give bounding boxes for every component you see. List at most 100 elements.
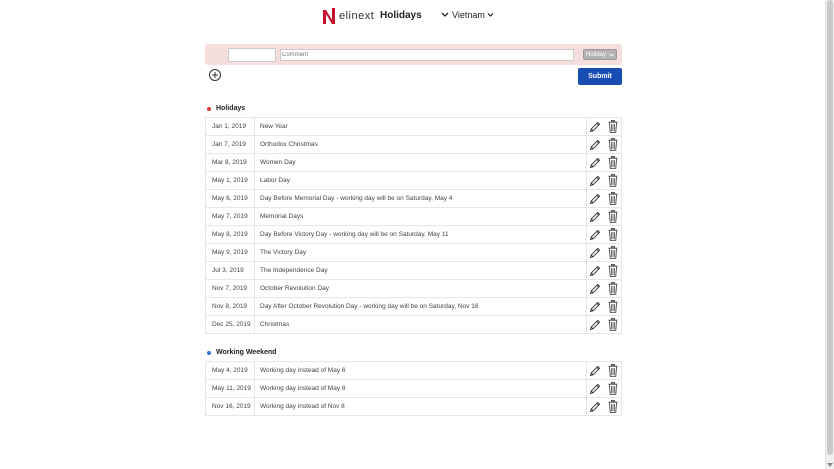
row-name: Labor Day [255, 172, 587, 189]
scroll-down-arrow-icon[interactable] [827, 463, 833, 467]
row-name: Orthodox Christmas [255, 136, 587, 153]
row-date: Jan 7, 2019 [206, 136, 255, 153]
section-title-holidays: Holidays [207, 105, 245, 112]
trash-icon[interactable] [608, 138, 618, 151]
section-title-text: Holidays [216, 105, 246, 112]
row-name: Women Day [255, 154, 587, 171]
row-date: May 8, 2019 [206, 226, 255, 243]
trash-icon[interactable] [608, 246, 618, 259]
chevron-down-icon [487, 13, 494, 17]
elinext-logo-icon [323, 8, 335, 24]
add-row-button[interactable] [209, 69, 221, 81]
table-row: May 8, 2019 Day Before Victory Day - wor… [205, 226, 622, 244]
table-row: Nov 8, 2019 Day After October Revolution… [205, 298, 622, 316]
plus-icon [212, 72, 218, 78]
pencil-icon[interactable] [589, 121, 601, 133]
scrollbar[interactable] [825, 0, 834, 469]
row-date: Nov 16, 2019 [206, 398, 255, 415]
pencil-icon[interactable] [589, 157, 601, 169]
comment-input[interactable] [280, 49, 574, 61]
date-input[interactable] [228, 48, 276, 62]
row-date: May 6, 2019 [206, 190, 255, 207]
row-name: Day Before Victory Day - working day wil… [255, 226, 587, 243]
holiday-dot-icon [207, 106, 211, 111]
table-row: Jan 1, 2019 New Year [205, 118, 622, 136]
row-name: Day Before Memorial Day - working day wi… [255, 190, 587, 207]
table-row: Nov 16, 2019 Working day instead of Nov … [205, 398, 622, 416]
row-date: Jul 3, 2019 [206, 262, 255, 279]
trash-icon[interactable] [608, 174, 618, 187]
pencil-icon[interactable] [589, 265, 601, 277]
trash-icon[interactable] [608, 264, 618, 277]
table-row: May 6, 2019 Day Before Memorial Day - wo… [205, 190, 622, 208]
type-select-value: Holiday [586, 51, 607, 58]
chevron-down-icon [609, 52, 614, 57]
submit-button[interactable]: Submit [578, 68, 622, 85]
trash-icon[interactable] [608, 400, 618, 413]
pencil-icon[interactable] [589, 401, 601, 413]
row-name: October Revolution Day [255, 280, 587, 297]
pencil-icon[interactable] [589, 193, 601, 205]
table-row: Jan 7, 2019 Orthodox Christmas [205, 136, 622, 154]
row-date: May 4, 2019 [206, 362, 255, 379]
country-selector[interactable]: Vietnam [452, 10, 494, 20]
section-title-working-weekend: Working Weekend [207, 349, 276, 356]
row-name: Memorial Days [255, 208, 587, 225]
pencil-icon[interactable] [589, 175, 601, 187]
row-name: Christmas [255, 316, 587, 333]
row-name: Working day instead of May 8 [255, 380, 587, 397]
brand-name: elinext [339, 10, 375, 22]
table-row: May 4, 2019 Working day instead of May 6 [205, 362, 622, 380]
page-title: Holidays [380, 10, 422, 21]
pencil-icon[interactable] [589, 365, 601, 377]
row-date: Nov 7, 2019 [206, 280, 255, 297]
pencil-icon[interactable] [589, 383, 601, 395]
table-row: Nov 7, 2019 October Revolution Day [205, 280, 622, 298]
row-date: May 1, 2019 [206, 172, 255, 189]
type-select[interactable]: Holiday [583, 49, 617, 60]
pencil-icon[interactable] [589, 229, 601, 241]
trash-icon[interactable] [608, 228, 618, 241]
table-row: May 9, 2019 The Victory Day [205, 244, 622, 262]
trash-icon[interactable] [608, 318, 618, 331]
trash-icon[interactable] [608, 192, 618, 205]
trash-icon[interactable] [608, 382, 618, 395]
row-date: May 9, 2019 [206, 244, 255, 261]
table-row: Jul 3, 2019 The Independence Day [205, 262, 622, 280]
brand-logo[interactable]: elinext [323, 8, 374, 24]
pencil-icon[interactable] [589, 247, 601, 259]
trash-icon[interactable] [608, 282, 618, 295]
chevron-down-icon[interactable] [440, 9, 450, 21]
table-row: Dec 25, 2019 Christmas [205, 316, 622, 334]
row-date: Mar 8, 2019 [206, 154, 255, 171]
trash-icon[interactable] [608, 120, 618, 133]
row-name: Day After October Revolution Day - worki… [255, 298, 587, 315]
trash-icon[interactable] [608, 156, 618, 169]
pencil-icon[interactable] [589, 283, 601, 295]
pencil-icon[interactable] [589, 139, 601, 151]
row-name: The Victory Day [255, 244, 587, 261]
row-name: New Year [255, 118, 587, 135]
pencil-icon[interactable] [589, 211, 601, 223]
trash-icon[interactable] [608, 210, 618, 223]
table-row: May 1, 2019 Labor Day [205, 172, 622, 190]
row-date: May 11, 2019 [206, 380, 255, 397]
section-title-text: Working Weekend [216, 349, 277, 356]
working-dot-icon [207, 350, 211, 355]
table-row: Mar 8, 2019 Women Day [205, 154, 622, 172]
row-date: Dec 25, 2019 [206, 316, 255, 333]
pencil-icon[interactable] [589, 301, 601, 313]
app-header: elinext Holidays Vietnam [0, 0, 826, 32]
scroll-thumb[interactable] [827, 0, 833, 455]
row-name: Working day instead of May 6 [255, 362, 587, 379]
holidays-table: Jan 1, 2019 New Year Jan 7, 2019 Orthodo… [205, 117, 622, 334]
trash-icon[interactable] [608, 364, 618, 377]
table-row: May 7, 2019 Memorial Days [205, 208, 622, 226]
pencil-icon[interactable] [589, 319, 601, 331]
trash-icon[interactable] [608, 300, 618, 313]
table-row: May 11, 2019 Working day instead of May … [205, 380, 622, 398]
row-date: May 7, 2019 [206, 208, 255, 225]
working-weekend-table: May 4, 2019 Working day instead of May 6… [205, 361, 622, 416]
row-name: The Independence Day [255, 262, 587, 279]
row-date: Jan 1, 2019 [206, 118, 255, 135]
